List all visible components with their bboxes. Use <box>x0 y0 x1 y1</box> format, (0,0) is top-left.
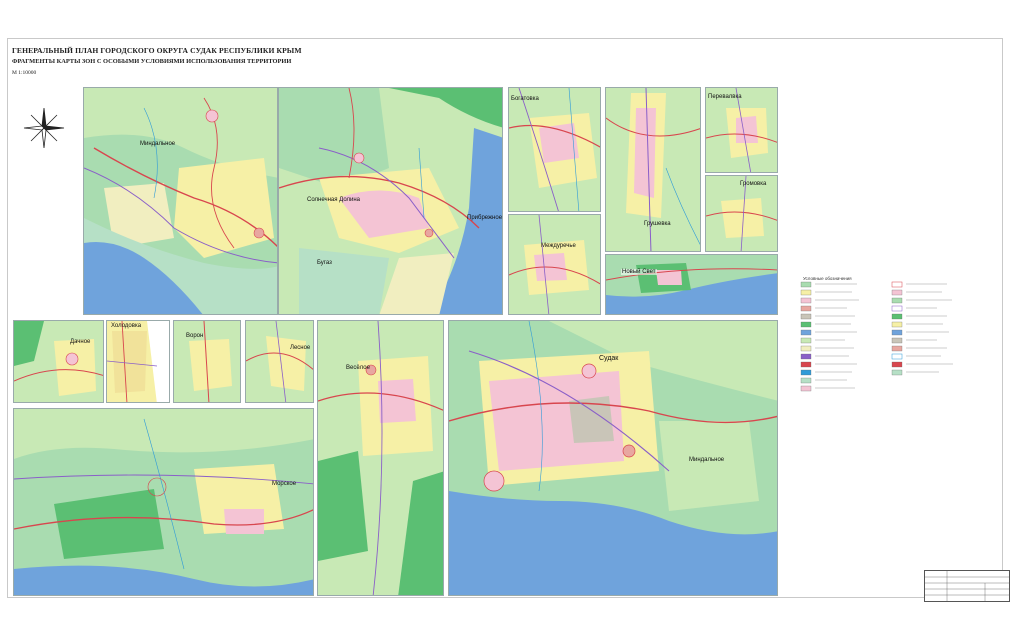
map-fragment-dachnoe: Дачное <box>13 320 104 403</box>
north-arrow-icon <box>23 107 65 149</box>
place-label-dachnoe: Дачное <box>70 339 91 345</box>
place-label-grushevka: Грушевка <box>644 221 671 227</box>
map-fragment-morskoe: Морское <box>13 408 314 596</box>
map-fragment-holodovka: Холодовка <box>106 320 170 403</box>
place-label-solnechnaya-dolina: Солнечная Долина <box>307 197 361 203</box>
map-fragment-solnechnaya-dolina: Солнечная Долина Прибрежное Бугаз <box>278 87 503 315</box>
map-fragment-grushevka: Грушевка <box>605 87 701 252</box>
legend-title: Условные обозначения <box>803 276 852 281</box>
place-label-lesnoe: Лесное <box>290 345 311 351</box>
legend-column-2 <box>891 281 953 376</box>
place-label-bugaz: Бугаз <box>317 260 332 266</box>
map-fragment-sudak: Судак Миндальное <box>448 320 778 596</box>
legend-column-1 <box>800 281 859 392</box>
map-scale: М 1:10000 <box>12 70 37 76</box>
map-fragment-mezhdurechye: Междуречье <box>508 214 601 315</box>
map-fragment-bogatovka: Богатовка <box>508 87 601 212</box>
place-label-holodovka: Холодовка <box>111 323 142 329</box>
place-label-mindalnoe-2: Миндальное <box>689 457 725 463</box>
title-block-stamp <box>924 570 1010 602</box>
map-fragment-novy-svet: Новый Свет <box>605 254 778 315</box>
map-fragment-veseloe: Весёлое <box>317 320 444 596</box>
map-fragment-perevalovka: Перевалвка <box>705 87 778 173</box>
place-label-novy-svet: Новый Свет <box>621 269 657 275</box>
place-label-voron: Ворон <box>186 333 204 339</box>
map-fragment-mindalnoe: Миндальное <box>83 87 278 315</box>
map-title: ГЕНЕРАЛЬНЫЙ ПЛАН ГОРОДСКОГО ОКРУГА СУДАК… <box>12 46 302 55</box>
place-label-perevalovka: Перевалвка <box>708 94 742 100</box>
place-label-morskoe: Морское <box>272 481 297 487</box>
place-label-gromovka: Громовка <box>740 181 767 187</box>
place-label-sudak: Судак <box>599 355 619 362</box>
place-label-bogatovka: Богатовка <box>511 96 539 102</box>
map-fragment-gromovka: Громовка <box>705 175 778 252</box>
place-label-mezhdurechye: Междуречье <box>541 243 576 249</box>
place-label-mindalnoe: Миндальное <box>140 141 176 147</box>
place-label-veseloe: Весёлое <box>346 365 370 371</box>
map-subtitle: ФРАГМЕНТЫ КАРТЫ ЗОН С ОСОБЫМИ УСЛОВИЯМИ … <box>12 58 292 65</box>
map-fragment-lesnoe: Лесное <box>245 320 314 403</box>
map-legend <box>797 272 987 502</box>
map-fragment-voron: Ворон <box>173 320 241 403</box>
place-label-prybrezhnoe: Прибрежное <box>467 215 503 221</box>
